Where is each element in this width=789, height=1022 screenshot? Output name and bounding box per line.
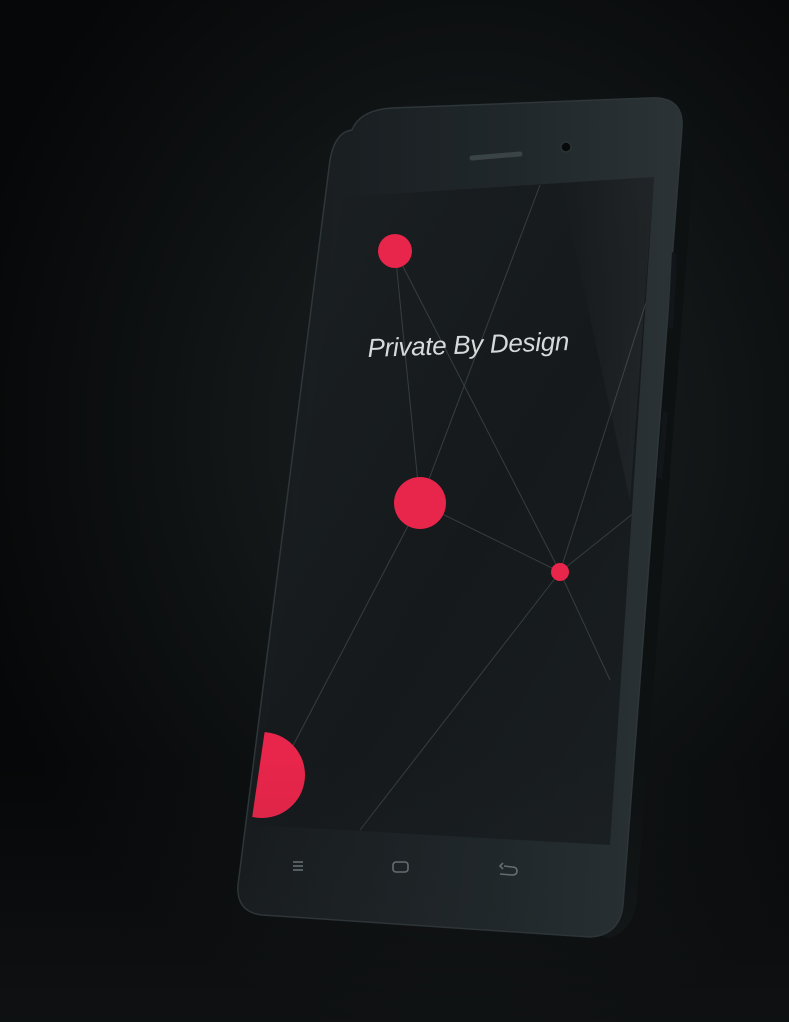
smartphone-illustration: [237, 97, 696, 938]
network-node: [378, 234, 412, 268]
network-node: [551, 563, 569, 581]
front-camera-icon: [560, 141, 572, 153]
network-node: [394, 477, 446, 529]
product-photo-stage: Private By Design: [0, 0, 789, 1022]
